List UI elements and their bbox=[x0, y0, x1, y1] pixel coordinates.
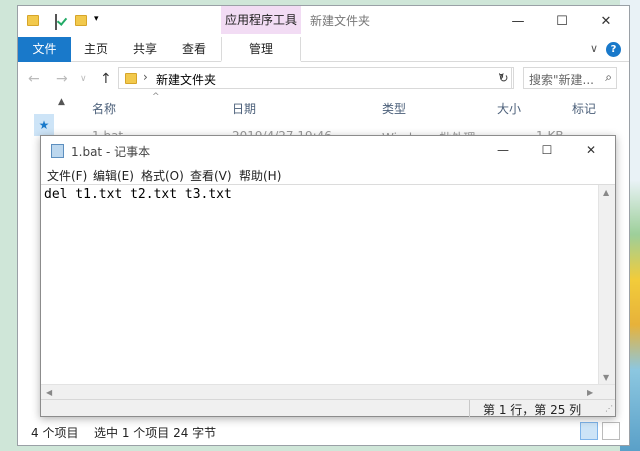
notepad-minimize-button[interactable]: — bbox=[483, 136, 523, 164]
tab-share[interactable]: 共享 bbox=[133, 37, 157, 62]
explorer-titlebar: ▾ 应用程序工具 新建文件夹 — ☐ ✕ bbox=[18, 6, 629, 37]
forward-icon[interactable]: → bbox=[56, 71, 68, 87]
help-icon[interactable]: ? bbox=[606, 42, 621, 57]
up-icon[interactable]: ↑ bbox=[100, 71, 112, 87]
menu-file[interactable]: 文件(F) bbox=[47, 167, 87, 184]
maximize-button[interactable]: ☐ bbox=[540, 6, 584, 37]
address-bar[interactable]: › 新建文件夹 ∨ bbox=[118, 67, 512, 89]
ribbon-expand-icon[interactable]: ∨ bbox=[590, 42, 598, 55]
item-count: 4 个项目 bbox=[31, 426, 79, 440]
tab-home[interactable]: 主页 bbox=[84, 37, 108, 62]
notepad-maximize-button[interactable]: ☐ bbox=[527, 136, 567, 164]
selection-info: 选中 1 个项目 24 字节 bbox=[94, 426, 217, 440]
notepad-text-area[interactable]: del t1.txt t2.txt t3.txt ▲ ▼ bbox=[41, 184, 615, 385]
scroll-left-icon[interactable]: ◀ bbox=[46, 388, 52, 397]
notepad-close-button[interactable]: ✕ bbox=[571, 136, 611, 164]
address-path[interactable]: 新建文件夹 bbox=[156, 71, 216, 88]
properties-icon[interactable] bbox=[55, 14, 57, 30]
cursor-position: 第 1 行，第 25 列 bbox=[483, 403, 582, 417]
minimize-button[interactable]: — bbox=[496, 6, 540, 37]
notepad-icon bbox=[51, 144, 64, 158]
column-name[interactable]: 名称 bbox=[92, 100, 116, 117]
context-tab-app-tools: 应用程序工具 bbox=[221, 6, 301, 34]
tab-view[interactable]: 查看 bbox=[182, 37, 206, 62]
large-icons-view-icon[interactable] bbox=[602, 422, 620, 440]
scroll-up-icon[interactable]: ▲ bbox=[603, 188, 609, 197]
close-button[interactable]: ✕ bbox=[584, 6, 628, 37]
sort-indicator-icon: ^ bbox=[152, 92, 160, 102]
scroll-down-icon[interactable]: ▼ bbox=[603, 373, 609, 382]
vertical-scrollbar[interactable]: ▲ ▼ bbox=[598, 185, 615, 385]
column-date[interactable]: 日期 bbox=[232, 100, 256, 117]
menu-view[interactable]: 查看(V) bbox=[190, 167, 232, 184]
notepad-menu-bar: 文件(F) 编辑(E) 格式(O) 查看(V) 帮助(H) bbox=[41, 164, 615, 184]
folder-icon bbox=[27, 15, 39, 26]
menu-format[interactable]: 格式(O) bbox=[141, 167, 184, 184]
explorer-status-bar: 4 个项目 选中 1 个项目 24 字节 bbox=[18, 419, 629, 445]
search-placeholder: 搜索"新建... bbox=[529, 73, 594, 87]
column-size[interactable]: 大小 bbox=[497, 100, 521, 117]
notepad-title: 1.bat - 记事本 bbox=[71, 145, 151, 159]
recent-locations-icon[interactable]: ∨ bbox=[80, 74, 87, 84]
status-divider bbox=[469, 400, 470, 417]
tab-file[interactable]: 文件 bbox=[18, 37, 71, 62]
details-view-icon[interactable] bbox=[580, 422, 598, 440]
notepad-titlebar: 1.bat - 记事本 — ☐ ✕ bbox=[41, 136, 615, 164]
chevron-right-icon: › bbox=[143, 70, 148, 84]
refresh-button[interactable]: ↻ bbox=[494, 67, 514, 89]
column-header: ^ 名称 日期 类型 大小 标记 bbox=[70, 92, 629, 119]
notepad-status-bar: 第 1 行，第 25 列 ⋰ bbox=[41, 399, 615, 417]
new-folder-icon[interactable] bbox=[75, 15, 87, 26]
notepad-window: 1.bat - 记事本 — ☐ ✕ 文件(F) 编辑(E) 格式(O) 查看(V… bbox=[40, 135, 616, 417]
search-input[interactable]: 搜索"新建... ⌕ bbox=[523, 67, 617, 89]
menu-edit[interactable]: 编辑(E) bbox=[93, 167, 134, 184]
quick-access-star-icon[interactable]: ★ bbox=[34, 114, 54, 136]
tab-manage[interactable]: 管理 bbox=[221, 37, 301, 62]
folder-icon bbox=[125, 73, 137, 84]
address-row: ← → ∨ ↑ › 新建文件夹 ∨ ↻ 搜索"新建... ⌕ bbox=[18, 63, 629, 95]
menu-help[interactable]: 帮助(H) bbox=[239, 167, 281, 184]
scroll-right-icon[interactable]: ▶ bbox=[587, 388, 593, 397]
window-title: 新建文件夹 bbox=[310, 14, 371, 28]
column-type[interactable]: 类型 bbox=[382, 100, 406, 117]
scroll-up-icon[interactable]: ▲ bbox=[58, 97, 65, 107]
ribbon-tabs: 文件 主页 共享 查看 管理 ∨ ? bbox=[18, 37, 629, 62]
search-icon[interactable]: ⌕ bbox=[605, 70, 612, 85]
column-tags[interactable]: 标记 bbox=[572, 100, 596, 117]
quick-access-dropdown-icon[interactable]: ▾ bbox=[94, 14, 108, 28]
resize-grip-icon[interactable]: ⋰ bbox=[605, 404, 613, 413]
notepad-content[interactable]: del t1.txt t2.txt t3.txt bbox=[44, 187, 232, 202]
back-icon[interactable]: ← bbox=[28, 71, 40, 87]
